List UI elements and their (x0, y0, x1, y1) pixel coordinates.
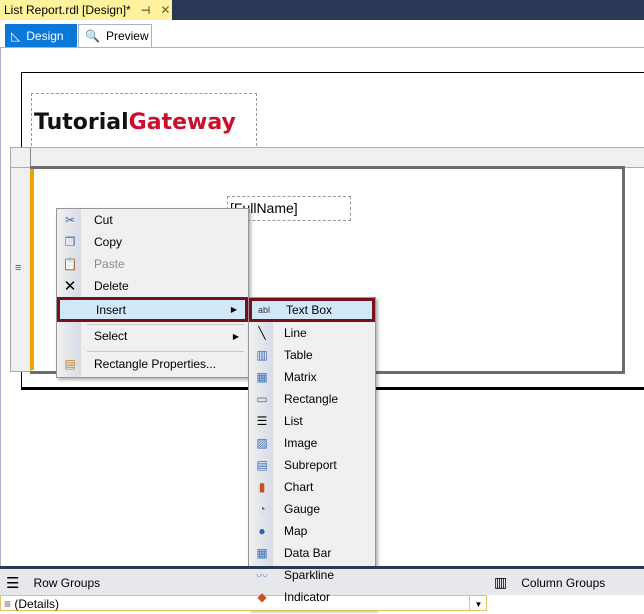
menu-item-label: Rectangle Properties... (94, 357, 217, 371)
menu-item-label: Text Box (286, 303, 333, 317)
group-handle-icon: ≡ (4, 597, 12, 611)
submenu-item-text-box[interactable]: abl Text Box (249, 298, 375, 322)
menu-item-label: Line (284, 326, 307, 340)
column-groups-header: ▥ Column Groups (494, 574, 605, 591)
tab-preview[interactable]: 🔍 Preview (78, 24, 152, 47)
details-group[interactable]: ≡ (Details) (0, 595, 487, 611)
row-groups-icon: ☰ (6, 575, 20, 592)
column-groups-label: Column Groups (521, 575, 606, 590)
row-groups-header: ☰ Row Groups (6, 574, 100, 592)
menu-item-label: List (284, 414, 303, 428)
menu-item-label: Image (284, 436, 318, 450)
list-icon: ☰ (256, 414, 268, 428)
menu-item-label: Map (284, 524, 308, 538)
submenu-item-matrix[interactable]: ▦ Matrix (250, 366, 374, 388)
sparkline-icon: 〰 (255, 568, 268, 583)
menu-separator (87, 351, 244, 352)
chevron-down-icon[interactable]: ▼ (469, 596, 487, 611)
menu-item-insert[interactable]: Insert ▶ (57, 297, 248, 322)
menu-item-label: Table (284, 348, 313, 362)
menu-item-label: Delete (94, 279, 129, 293)
preview-icon: 🔍 (85, 29, 100, 43)
divider (0, 47, 644, 48)
submenu-item-subreport[interactable]: ▤ Subreport (250, 454, 374, 476)
menu-item-label: Insert (96, 302, 127, 317)
menu-item-cut[interactable]: ✂ Cut (58, 209, 247, 231)
ruler-triangle-icon: ◺ (11, 28, 21, 43)
table-icon: ▥ (256, 348, 268, 362)
submenu-item-image[interactable]: ▨ Image (250, 432, 374, 454)
submenu-item-chart[interactable]: ▮ Chart (250, 476, 374, 498)
menu-item-label: Cut (94, 213, 113, 227)
indicator-icon: ◆ (257, 590, 267, 604)
menu-item-paste[interactable]: 📋 Paste (58, 253, 247, 275)
subreport-icon: ▤ (256, 458, 268, 472)
selection-indicator (30, 169, 34, 370)
document-tab[interactable]: List Report.rdl [Design]* ⊣ ✕ (0, 0, 172, 20)
menu-item-label: Matrix (284, 370, 317, 384)
row-handle-icon[interactable]: ≡ (15, 262, 21, 274)
databar-icon: ▦ (256, 546, 268, 560)
divider (0, 48, 1, 568)
copy-icon: ❐ (64, 235, 76, 249)
logo: TutorialGateway (34, 110, 236, 135)
menu-item-label: Chart (284, 480, 314, 494)
submenu-arrow-icon: ▶ (230, 305, 237, 314)
tab-label: Design (26, 28, 64, 43)
submenu-arrow-icon: ▶ (232, 331, 239, 341)
insert-submenu: abl Text Box ╲ Line ▥ Table ▦ Matrix ▭ Rectan… (248, 297, 376, 610)
menu-item-label: Rectangle (284, 392, 339, 406)
document-title: List Report.rdl [Design]* (4, 3, 131, 17)
gauge-icon: ◔ (258, 502, 266, 516)
menu-item-label: Sparkline (284, 568, 335, 582)
menu-item-label: Gauge (284, 502, 321, 516)
line-icon: ╲ (258, 326, 266, 340)
matrix-icon: ▦ (256, 370, 268, 384)
map-icon: ● (258, 524, 266, 538)
submenu-item-gauge[interactable]: ◔ Gauge (250, 498, 374, 520)
tablix-corner-handle[interactable] (10, 147, 31, 166)
menu-item-label: Paste (94, 257, 125, 271)
menu-item-delete[interactable]: ✕ Delete (58, 275, 247, 297)
menu-item-label: Subreport (284, 458, 337, 472)
submenu-item-table[interactable]: ▥ Table (250, 344, 374, 366)
logo-part1: Tutorial (34, 110, 129, 135)
logo-part2: Gateway (128, 110, 236, 135)
scissors-icon: ✂ (64, 213, 76, 227)
tablix-column-handles[interactable] (10, 147, 644, 168)
tab-design[interactable]: ◺ Design (5, 24, 77, 47)
context-menu: ✂ Cut ❐ Copy 📋 Paste ✕ Delete Insert ▶ Select… (56, 208, 249, 378)
image-icon: ▨ (256, 436, 268, 450)
menu-item-label: Select (94, 329, 128, 343)
menu-item-copy[interactable]: ❐ Copy (58, 231, 247, 253)
submenu-item-data-bar[interactable]: ▦ Data Bar (250, 542, 374, 564)
menu-item-rectangle-properties[interactable]: ▤ Rectangle Properties... (58, 353, 247, 375)
submenu-item-line[interactable]: ╲ Line (250, 322, 374, 344)
menu-item-select[interactable]: Select ▶ (58, 325, 247, 347)
delete-icon: ✕ (63, 278, 77, 295)
rectangle-icon: ▭ (256, 392, 268, 406)
submenu-item-list[interactable]: ☰ List (250, 410, 374, 432)
pin-icon[interactable]: ⊣ (141, 4, 151, 17)
menu-item-label: Indicator (284, 590, 331, 604)
submenu-item-map[interactable]: ● Map (250, 520, 374, 542)
details-label: (Details) (14, 597, 60, 611)
row-groups-label: Row Groups (33, 576, 101, 590)
properties-icon: ▤ (64, 357, 76, 371)
submenu-item-rectangle[interactable]: ▭ Rectangle (250, 388, 374, 410)
menu-item-label: Data Bar (284, 546, 332, 560)
tab-label: Preview (105, 29, 149, 43)
paste-icon: 📋 (62, 257, 78, 271)
textbox-icon: abl (257, 305, 270, 315)
close-icon[interactable]: ✕ (160, 3, 170, 17)
column-groups-icon: ▥ (494, 574, 508, 590)
menu-item-label: Copy (94, 235, 123, 249)
chart-icon: ▮ (258, 480, 266, 494)
